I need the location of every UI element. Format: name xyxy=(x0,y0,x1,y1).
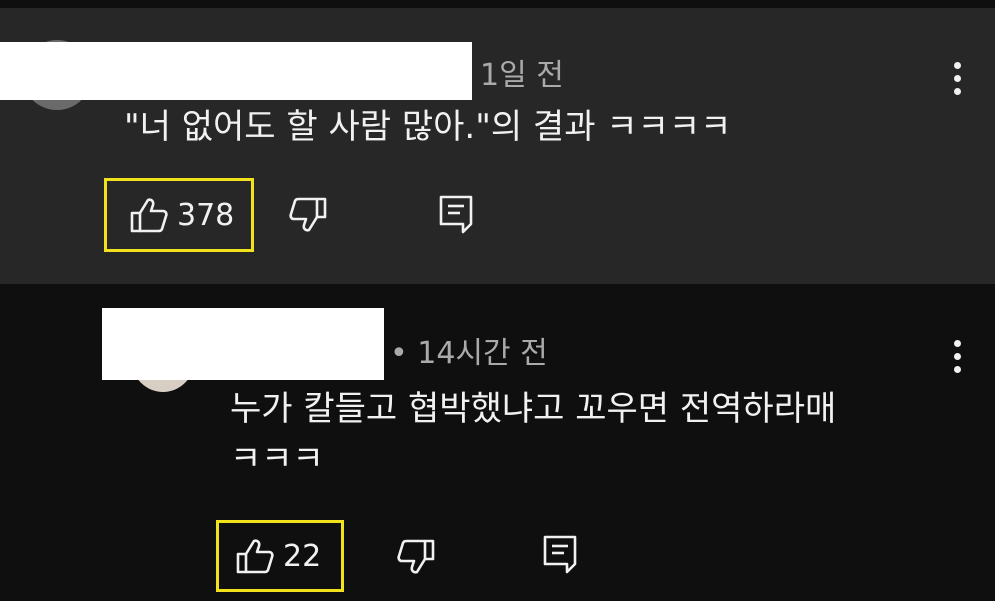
thumbs-up-icon xyxy=(129,196,169,234)
comment-text-line-1: 누가 칼들고 협박했냐고 꼬우면 전역하라매 xyxy=(230,389,837,429)
reply-button[interactable] xyxy=(438,194,474,236)
like-button[interactable]: 22 xyxy=(216,520,344,592)
like-count: 22 xyxy=(283,538,322,574)
top-strip xyxy=(0,0,995,8)
comment-text-line-2: ㅋㅋㅋ xyxy=(230,439,324,479)
comment-1: 1일 전 "너 없어도 할 사람 많아."의 결과 ㅋㅋㅋㅋ 378 xyxy=(0,8,995,284)
reply-icon xyxy=(438,194,474,236)
redacted-username xyxy=(102,308,384,380)
comment-2: • 14시간 전 누가 칼들고 협박했냐고 꼬우면 전역하라매 ㅋㅋㅋ 22 xyxy=(0,284,995,601)
more-options-icon[interactable] xyxy=(954,62,962,101)
thumbs-down-icon xyxy=(396,538,436,576)
redacted-username xyxy=(0,42,472,100)
reply-button[interactable] xyxy=(542,534,578,576)
dislike-button[interactable] xyxy=(288,196,328,234)
like-button[interactable]: 378 xyxy=(104,178,254,252)
reply-icon xyxy=(542,534,578,576)
like-count: 378 xyxy=(177,197,235,233)
comment-timestamp: 1일 전 xyxy=(480,58,564,93)
thumbs-up-icon xyxy=(235,537,275,575)
more-options-icon[interactable] xyxy=(954,340,962,379)
thumbs-down-icon xyxy=(288,196,328,234)
comment-timestamp: • 14시간 전 xyxy=(390,336,548,371)
comment-text: "너 없어도 할 사람 많아."의 결과 ㅋㅋㅋㅋ xyxy=(124,107,732,147)
dislike-button[interactable] xyxy=(396,538,436,576)
